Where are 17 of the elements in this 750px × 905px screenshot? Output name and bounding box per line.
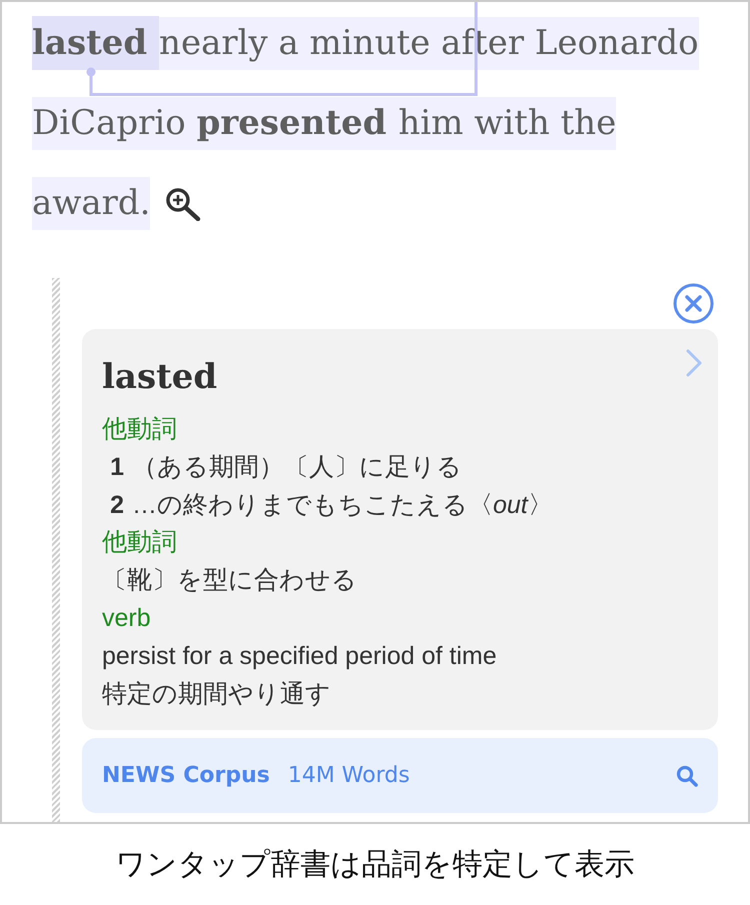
sense-number: 1: [109, 452, 124, 483]
part-of-speech: 他動詞: [102, 414, 178, 445]
part-of-speech: verb: [102, 602, 152, 634]
close-icon[interactable]: [673, 283, 714, 324]
definition-text: …の終わりまでもちこたえる〈out〉: [132, 490, 553, 521]
caption-text: ワンタップ辞書は品詞を特定して表示: [114, 846, 636, 884]
definition-text: persist for a specified period of time: [102, 640, 498, 672]
headword: lasted: [102, 356, 218, 399]
definition-text: （ある期間）〔人〕に足りる: [132, 452, 462, 483]
corpus-name: NEWS Corpus: [102, 763, 270, 788]
part-of-speech: 他動詞: [102, 527, 178, 558]
sense-number: 2: [109, 490, 124, 521]
definition-text: 〔靴〕を型に合わせる: [102, 565, 358, 596]
corpus-size: 14M Words: [288, 763, 411, 788]
definition-text: 特定の期間やり通す: [102, 678, 332, 710]
zoom-in-icon[interactable]: [165, 186, 202, 220]
search-icon[interactable]: [676, 764, 698, 787]
